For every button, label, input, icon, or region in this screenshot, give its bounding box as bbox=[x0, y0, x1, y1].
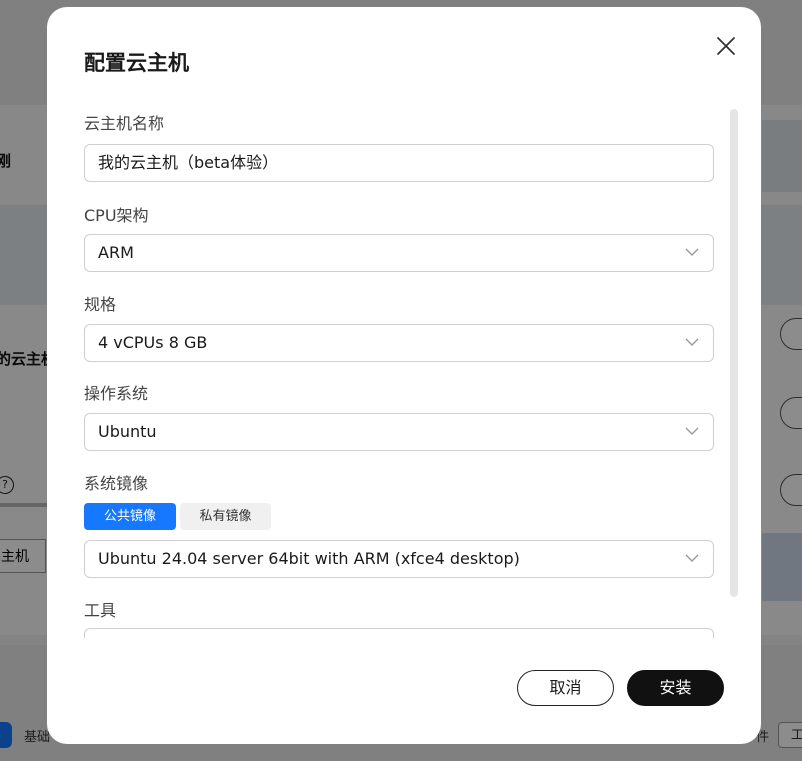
host-name-input[interactable]: 我的云主机（beta体验） bbox=[84, 144, 714, 182]
configure-host-dialog: 配置云主机 云主机名称 我的云主机（beta体验） CPU架构 ARM 规格 4… bbox=[47, 7, 761, 744]
spec-value: 4 vCPUs 8 GB bbox=[98, 333, 208, 352]
os-label: 操作系统 bbox=[84, 384, 149, 403]
chevron-down-icon bbox=[685, 554, 699, 562]
system-image-label: 系统镜像 bbox=[84, 474, 149, 493]
tools-label: 工具 bbox=[84, 601, 117, 620]
tab-public-image[interactable]: 公共镜像 bbox=[84, 503, 176, 530]
tools-input[interactable] bbox=[84, 628, 714, 638]
tab-private-image[interactable]: 私有镜像 bbox=[180, 503, 271, 530]
host-name-label: 云主机名称 bbox=[84, 114, 165, 133]
cpu-arch-label: CPU架构 bbox=[84, 206, 149, 225]
os-value: Ubuntu bbox=[98, 422, 157, 441]
cancel-button[interactable]: 取消 bbox=[517, 670, 614, 706]
dialog-title: 配置云主机 bbox=[84, 51, 189, 75]
install-button[interactable]: 安装 bbox=[627, 670, 724, 706]
spec-label: 规格 bbox=[84, 295, 117, 314]
cpu-arch-select[interactable]: ARM bbox=[84, 234, 714, 272]
system-image-select[interactable]: Ubuntu 24.04 server 64bit with ARM (xfce… bbox=[84, 540, 714, 578]
spec-select[interactable]: 4 vCPUs 8 GB bbox=[84, 324, 714, 362]
system-image-value: Ubuntu 24.04 server 64bit with ARM (xfce… bbox=[98, 549, 520, 568]
dialog-scrollbar[interactable] bbox=[730, 109, 738, 597]
chevron-down-icon bbox=[685, 427, 699, 435]
os-select[interactable]: Ubuntu bbox=[84, 413, 714, 451]
close-icon[interactable] bbox=[713, 33, 739, 59]
chevron-down-icon bbox=[685, 248, 699, 256]
cpu-arch-value: ARM bbox=[98, 243, 134, 262]
chevron-down-icon bbox=[685, 338, 699, 346]
